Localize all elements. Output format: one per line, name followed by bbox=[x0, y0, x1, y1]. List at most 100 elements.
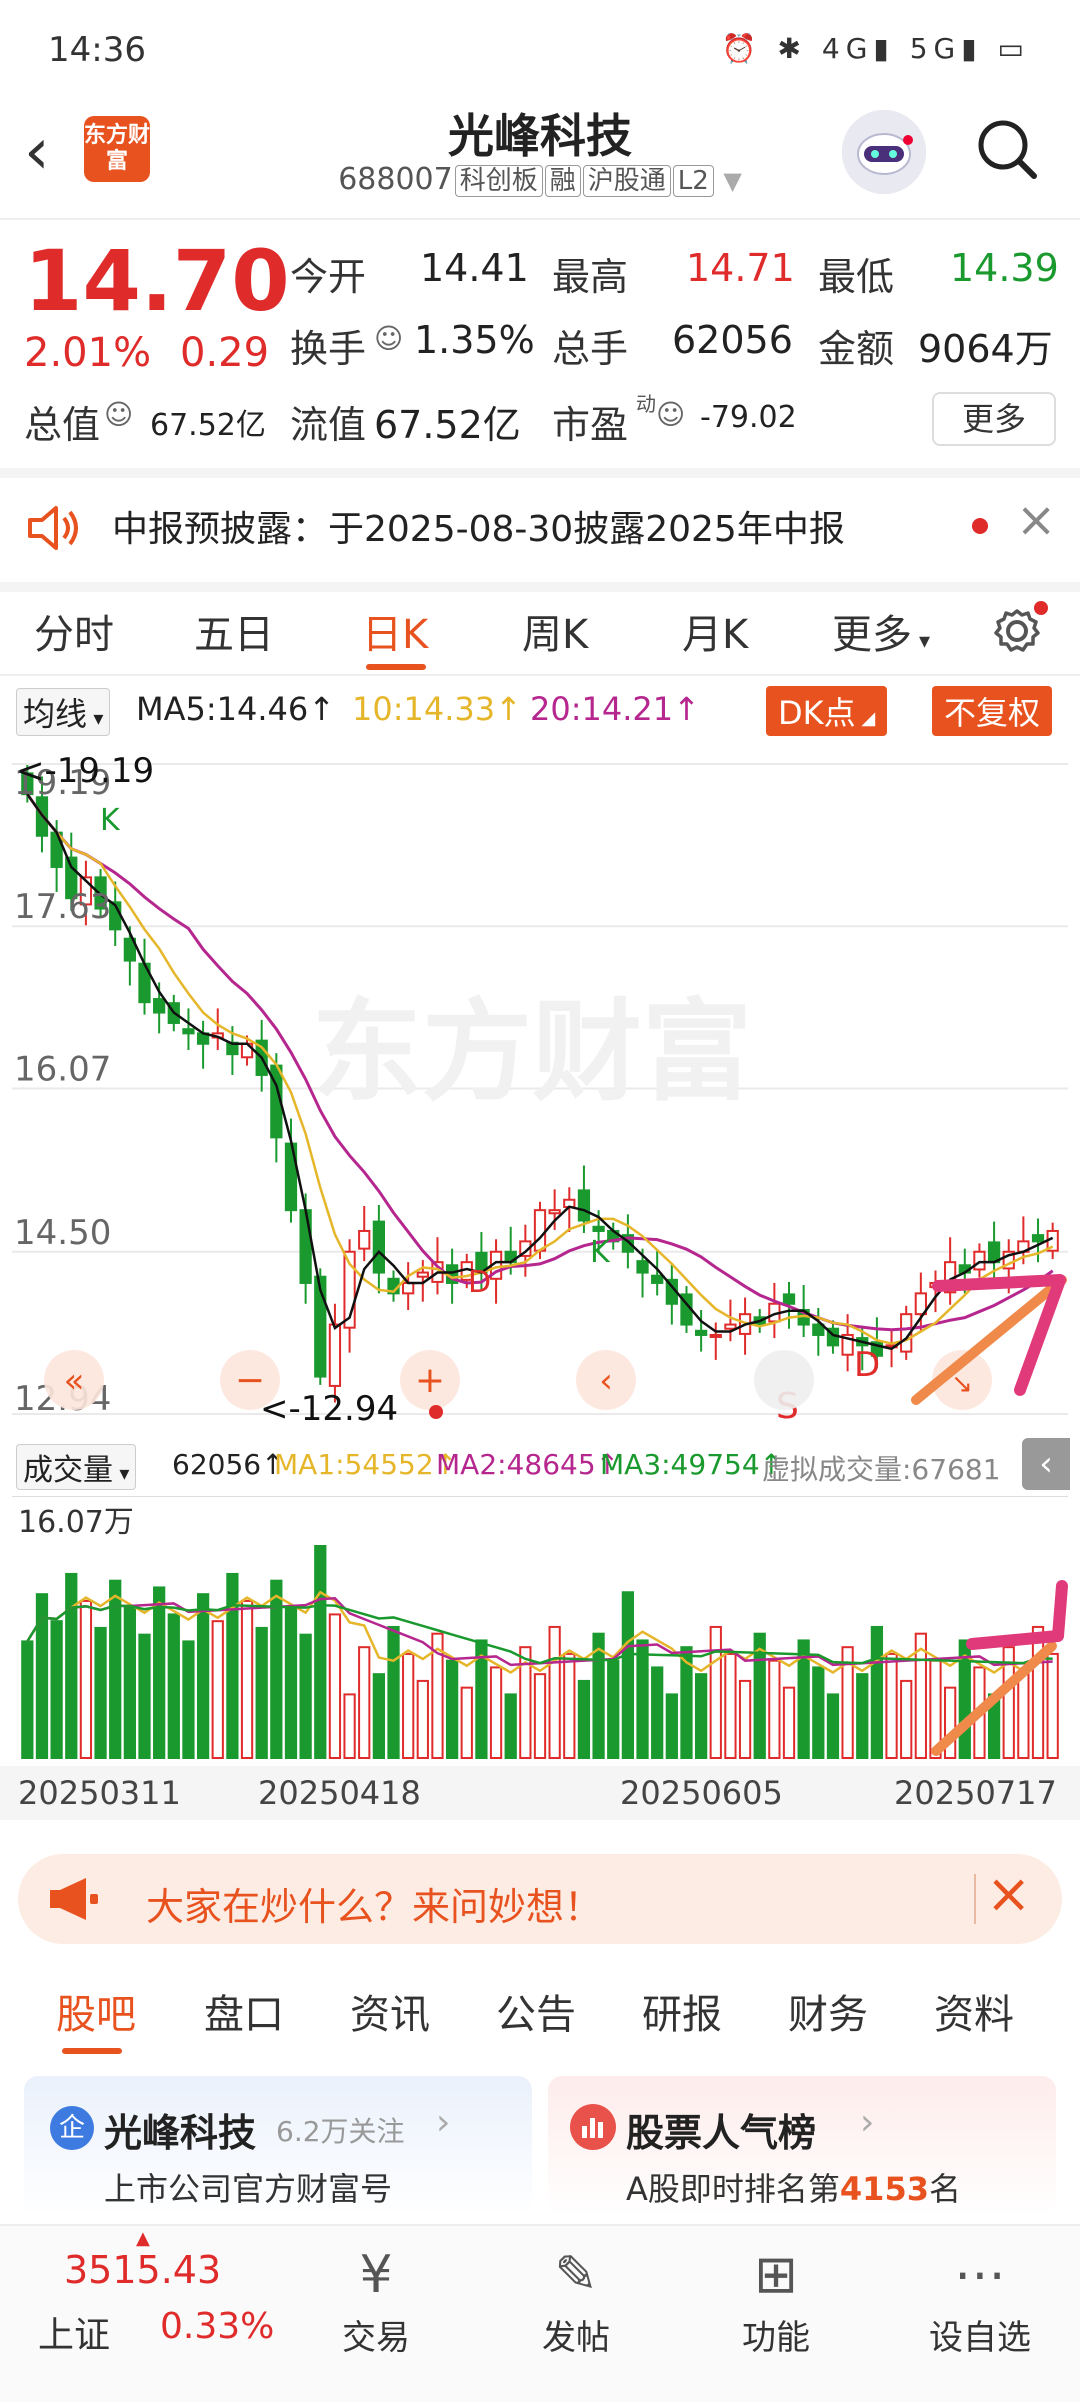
date-axis: 20250311 20250418 20250605 20250717 bbox=[0, 1766, 1080, 1820]
volume-bar bbox=[123, 1606, 136, 1759]
robot-avatar-icon[interactable] bbox=[842, 110, 926, 194]
float-cap-label: 流值 bbox=[290, 403, 367, 447]
tab-profile[interactable]: 资料 bbox=[934, 1982, 1014, 2040]
amount-label: 金额 bbox=[818, 327, 895, 371]
candle-body bbox=[782, 1293, 796, 1305]
chevron-right-icon: › bbox=[436, 2102, 451, 2143]
ma-selector[interactable]: 均线 ▾ bbox=[16, 688, 111, 736]
volume-value: 62056 bbox=[672, 318, 793, 362]
candle-body bbox=[709, 1333, 722, 1338]
add-watchlist-button[interactable]: ⋯ 设自选 bbox=[920, 2240, 1040, 2359]
card-rank-text: A股即时排名第4153名 bbox=[626, 2170, 961, 2208]
tab-daily-k[interactable]: 日K bbox=[362, 602, 428, 660]
tab-research[interactable]: 研报 bbox=[642, 1982, 722, 2040]
volume-bar bbox=[563, 1652, 576, 1759]
tab-forum[interactable]: 股吧 bbox=[56, 1982, 136, 2040]
amount-value: 9064万 bbox=[918, 327, 1053, 371]
candle-body bbox=[577, 1189, 591, 1222]
index-quote[interactable]: ▲ 3515.43 上证 0.33% bbox=[0, 2226, 280, 2402]
tab-monthly-k[interactable]: 月K bbox=[682, 602, 748, 660]
signal-d-2: D bbox=[854, 1345, 880, 1385]
notice-banner[interactable]: 中报预披露：于2025-08-30披露2025年中报 × bbox=[0, 468, 1080, 592]
turnover-value: 1.35% bbox=[414, 318, 535, 362]
tab-more[interactable]: 更多 ▾ bbox=[832, 602, 930, 660]
info-icon[interactable]: ☺ bbox=[104, 398, 133, 431]
volume-bar bbox=[255, 1626, 268, 1759]
enterprise-badge-icon: 企 bbox=[50, 2106, 94, 2150]
volume-bar bbox=[870, 1625, 884, 1759]
tab-weekly-k[interactable]: 周K bbox=[522, 602, 588, 660]
more-dots-icon: ⋯ bbox=[954, 2245, 1006, 2305]
close-icon[interactable]: × bbox=[1016, 492, 1056, 548]
pe-label: 市盈 bbox=[552, 403, 629, 447]
volume-bar bbox=[724, 1652, 737, 1759]
high-marker: <-19.19 bbox=[16, 751, 154, 791]
volume-bar bbox=[1046, 1652, 1059, 1759]
scroll-right-button[interactable] bbox=[754, 1350, 814, 1410]
volume-bar bbox=[533, 1673, 547, 1759]
candlestick-chart[interactable]: 东方财富 19.1917.6316.0714.5012.94 <-19.19 <… bbox=[12, 740, 1068, 1434]
candle-body bbox=[416, 1271, 429, 1278]
trade-button[interactable]: ¥ 交易 bbox=[316, 2240, 436, 2359]
company-official-card[interactable]: 企 光峰科技 6.2万关注 › 上市公司官方财富号 bbox=[24, 2076, 532, 2216]
header: ‹ 东方财富 光峰科技 688007 科创板融沪股通 L2 ▼ bbox=[0, 96, 1080, 220]
low-marker: <-12.94 bbox=[260, 1389, 398, 1429]
chevron-down-icon: ▼ bbox=[723, 167, 742, 195]
up-arrow-icon: ▲ bbox=[136, 2228, 150, 2249]
dk-point-button[interactable]: DK点 ◢ bbox=[766, 686, 888, 736]
volume-bar bbox=[211, 1620, 224, 1759]
date-label: 20250418 bbox=[258, 1774, 421, 1812]
tab-five-day[interactable]: 五日 bbox=[194, 602, 274, 660]
red-dot-icon bbox=[972, 518, 988, 534]
price-axis-label: 14.50 bbox=[14, 1213, 111, 1253]
volume-bar bbox=[416, 1679, 429, 1759]
tab-financials[interactable]: 财务 bbox=[788, 1982, 868, 2040]
chevron-left-icon: ‹ bbox=[599, 1361, 613, 1401]
candle-body bbox=[533, 1209, 547, 1252]
collapse-panel-button[interactable]: ‹ bbox=[1022, 1438, 1070, 1490]
volume-bar bbox=[651, 1666, 664, 1759]
post-label: 发帖 bbox=[542, 2318, 610, 2358]
more-button[interactable]: 更多 bbox=[932, 392, 1056, 446]
tab-news[interactable]: 资讯 bbox=[350, 1982, 430, 2040]
volume-bar bbox=[153, 1586, 166, 1759]
candle-body bbox=[651, 1274, 664, 1284]
volume-label: 总手 bbox=[552, 327, 629, 371]
annotation-arrow-pink bbox=[966, 1580, 1068, 1650]
volume-bar bbox=[489, 1666, 503, 1759]
tab-announcements[interactable]: 公告 bbox=[496, 1982, 576, 2040]
status-bar: 14:36 ⏰ ✱ 4G▮ 5G▮ ▭ bbox=[0, 0, 1080, 96]
tab-intraday[interactable]: 分时 bbox=[34, 602, 114, 660]
info-icon[interactable]: ☺ bbox=[374, 322, 403, 355]
volume-bar bbox=[621, 1591, 635, 1759]
volume-bar bbox=[196, 1593, 210, 1759]
date-label: 20250311 bbox=[18, 1774, 181, 1812]
candle-body bbox=[299, 1209, 312, 1284]
tag-board: 科创板 bbox=[454, 165, 543, 197]
info-icon[interactable]: ☺ bbox=[656, 398, 685, 431]
volume-bar bbox=[50, 1620, 63, 1759]
tab-orderbook[interactable]: 盘口 bbox=[204, 1982, 284, 2040]
volume-bar bbox=[167, 1613, 180, 1759]
plus-icon: + bbox=[415, 1360, 445, 1401]
ask-promo-banner[interactable]: 大家在炒什么？来问妙想！ × bbox=[18, 1854, 1062, 1944]
volume-bar bbox=[856, 1673, 869, 1759]
close-icon[interactable]: × bbox=[986, 1862, 1031, 1925]
content-tabs: 股吧 盘口 资讯 公告 研报 财务 资料 bbox=[0, 1960, 1080, 2056]
ma10-value: 10:14.33↑ bbox=[352, 690, 522, 728]
no-adjust-button[interactable]: 不复权 bbox=[932, 686, 1053, 736]
popularity-rank-card[interactable]: 股票人气榜 › A股即时排名第4153名 bbox=[548, 2076, 1056, 2216]
volume-bar bbox=[284, 1606, 298, 1759]
post-button[interactable]: ✎ 发帖 bbox=[516, 2240, 636, 2359]
high-label: 最高 bbox=[552, 255, 629, 299]
volume-bar bbox=[65, 1572, 78, 1760]
volume-chart[interactable]: 16.07万 bbox=[12, 1495, 1068, 1766]
functions-button[interactable]: ⊞ 功能 bbox=[716, 2240, 836, 2359]
volume-axis-top: 16.07万 bbox=[18, 1505, 134, 1540]
volume-selector[interactable]: 成交量 ▾ bbox=[16, 1444, 137, 1490]
stock-code: 688007 bbox=[338, 162, 453, 197]
volume-bar bbox=[665, 1693, 678, 1759]
settings-gear-icon[interactable] bbox=[990, 600, 1048, 662]
search-icon[interactable] bbox=[976, 118, 1037, 179]
tag-margin: 融 bbox=[544, 165, 581, 197]
